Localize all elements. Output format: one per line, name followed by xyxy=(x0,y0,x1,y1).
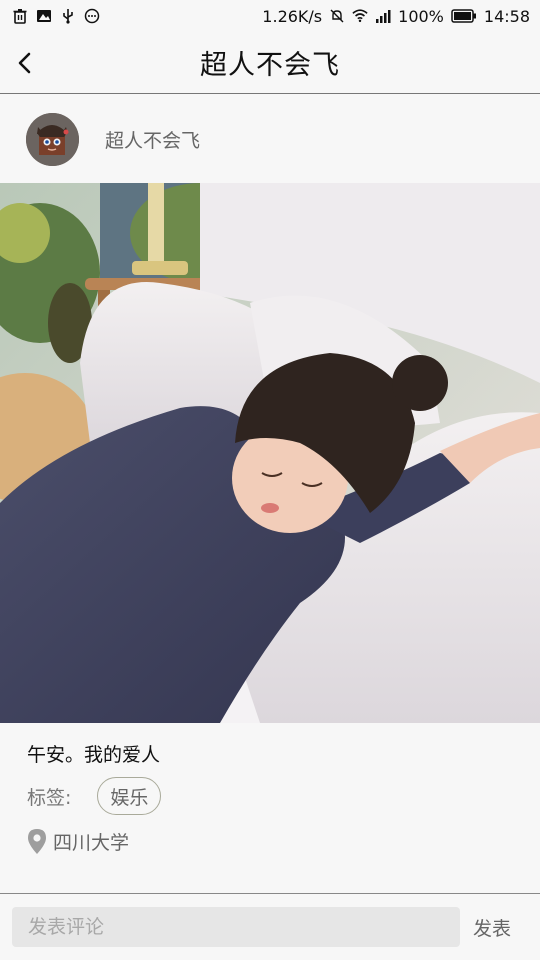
trash-icon xyxy=(12,8,28,24)
status-bar: 1.26K/s 100% 14:58 xyxy=(0,0,540,32)
chevron-left-icon xyxy=(18,52,31,74)
signal-icon xyxy=(375,8,391,24)
network-speed: 1.26K/s xyxy=(262,6,323,26)
comment-bar: 发表 xyxy=(0,893,540,960)
battery-percent: 100% xyxy=(398,6,444,26)
usb-icon xyxy=(60,8,76,24)
tag-chip[interactable]: 娱乐 xyxy=(97,777,162,815)
location-row[interactable]: 四川大学 xyxy=(27,828,129,855)
location-pin-icon xyxy=(28,829,46,854)
location-text: 四川大学 xyxy=(53,832,130,854)
more-dots-icon xyxy=(84,8,100,24)
clock: 14:58 xyxy=(483,6,530,26)
status-left-icons xyxy=(12,8,100,24)
author-name[interactable]: 超人不会飞 xyxy=(105,126,200,153)
tag-row: 标签: 娱乐 xyxy=(27,777,162,815)
send-comment-button[interactable]: 发表 xyxy=(473,914,511,941)
author-row: 超人不会飞 xyxy=(0,95,540,183)
mute-icon xyxy=(329,8,345,24)
top-bar: 超人不会飞 xyxy=(0,32,540,94)
page-title: 超人不会飞 xyxy=(200,50,340,81)
status-right-icons: 1.26K/s 100% 14:58 xyxy=(262,7,530,26)
image-icon xyxy=(36,8,52,24)
post-photo[interactable] xyxy=(0,183,540,723)
post-caption: 午安。我的爱人 xyxy=(27,744,161,766)
tag-label: 标签: xyxy=(27,786,72,809)
post-body: 午安。我的爱人 标签: 娱乐 四川大学 xyxy=(0,723,540,893)
wifi-icon xyxy=(352,8,368,24)
battery-icon xyxy=(451,9,477,23)
comment-input[interactable] xyxy=(12,907,460,947)
back-button[interactable] xyxy=(8,46,42,80)
avatar[interactable] xyxy=(26,112,79,166)
